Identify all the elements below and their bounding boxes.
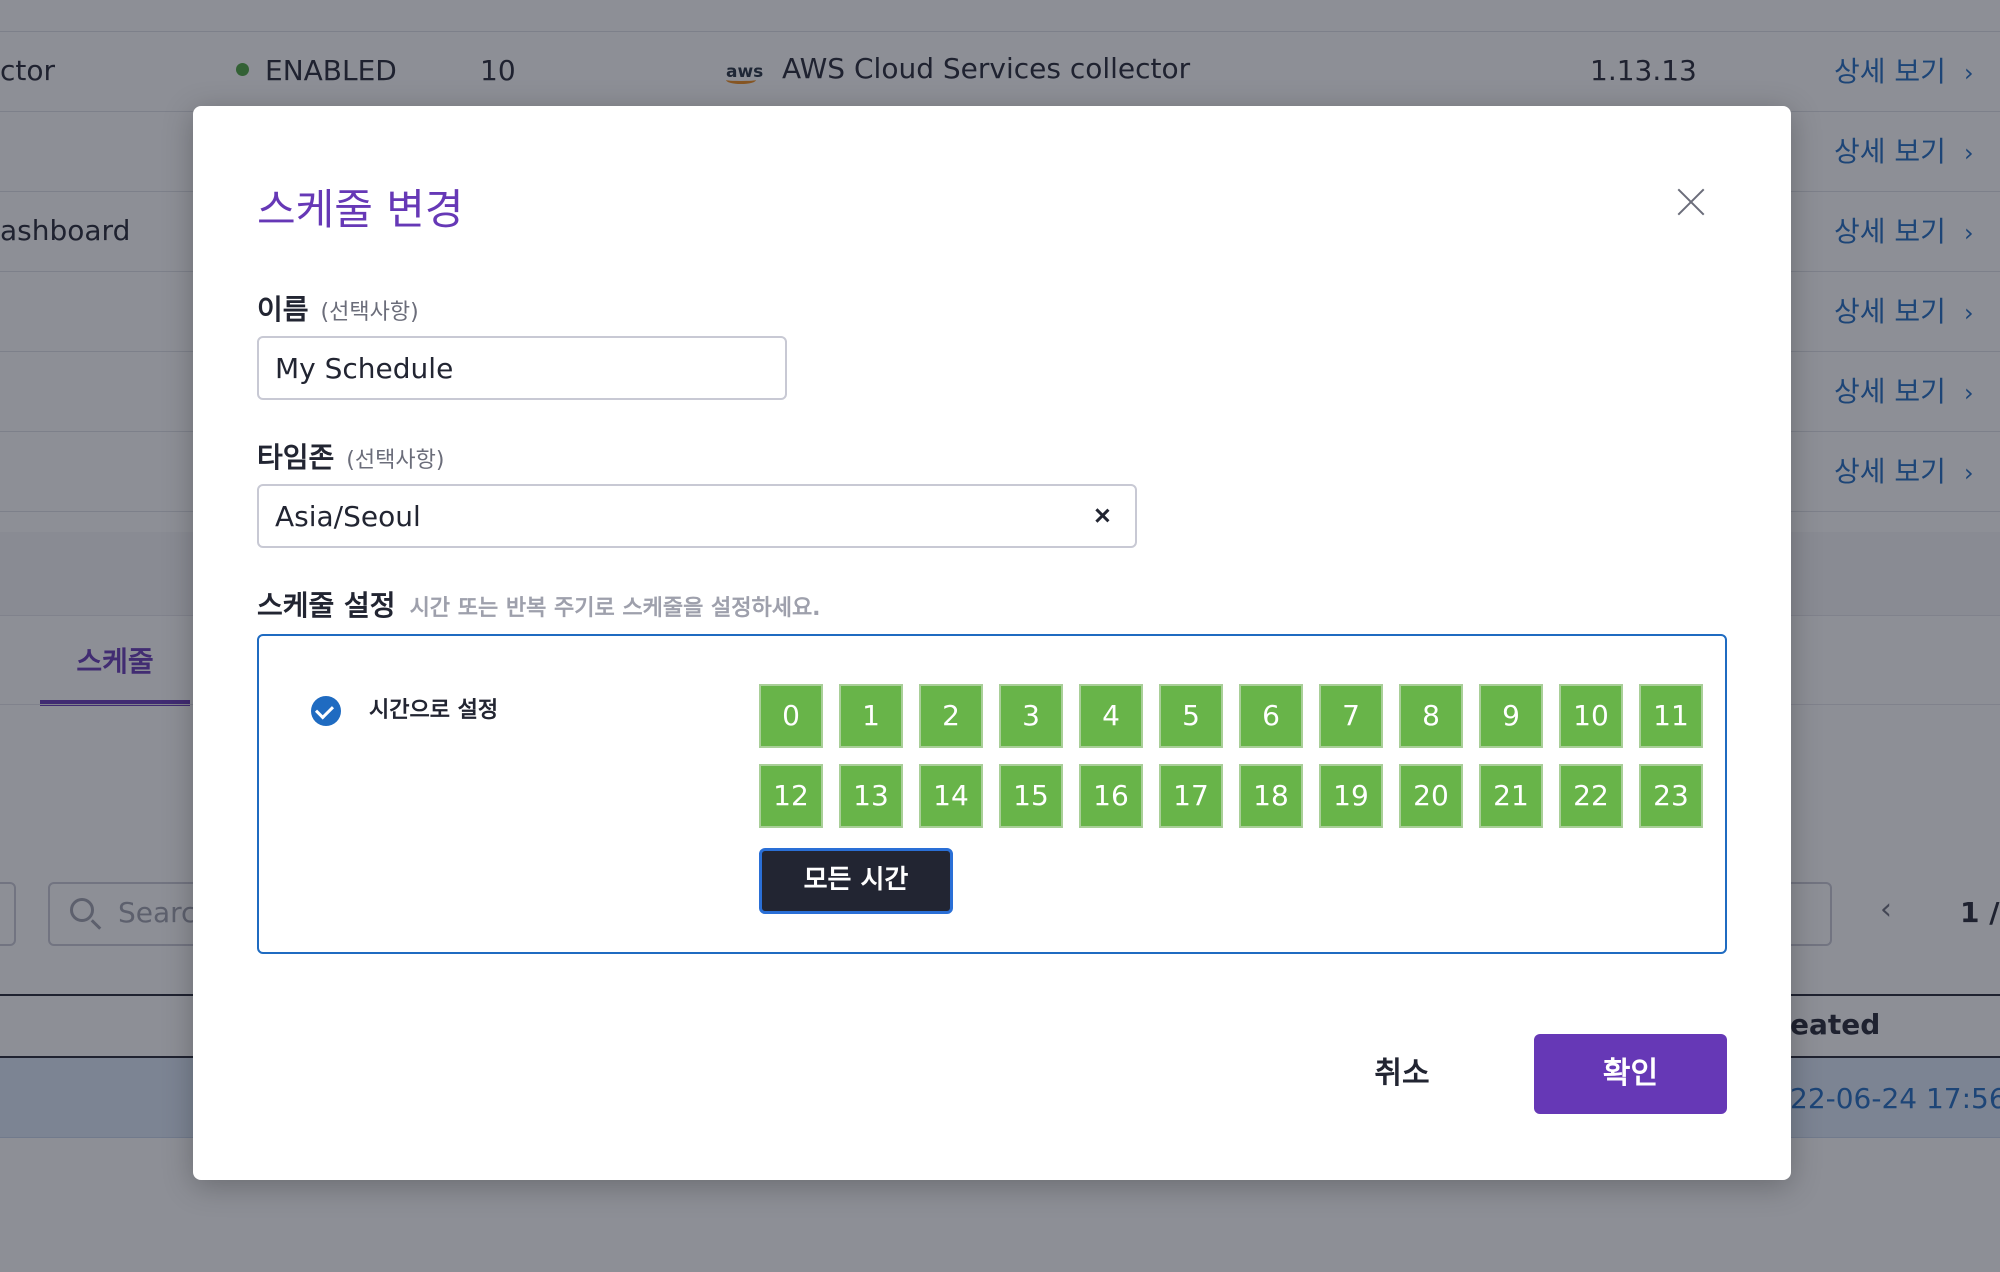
hour-button[interactable]: 2 — [919, 684, 983, 748]
hour-button[interactable]: 23 — [1639, 764, 1703, 828]
hour-button[interactable]: 7 — [1319, 684, 1383, 748]
schedule-edit-modal: 스케줄 변경 이름 (선택사항) My Schedule 타임존 (선택사항) As… — [193, 106, 1791, 1180]
timezone-value: Asia/Seoul — [275, 500, 421, 533]
hour-button[interactable]: 12 — [759, 764, 823, 828]
hour-button[interactable]: 20 — [1399, 764, 1463, 828]
clear-icon[interactable] — [1087, 500, 1117, 530]
hour-button[interactable]: 5 — [1159, 684, 1223, 748]
hour-button[interactable]: 15 — [999, 764, 1063, 828]
name-label-text: 이름 — [257, 293, 309, 326]
timezone-optional-hint: (선택사항) — [346, 448, 445, 473]
check-circle-icon[interactable] — [311, 696, 341, 726]
schedule-settings-box: 시간으로 설정 0 1 2 3 4 5 6 7 8 9 10 11 12 13 … — [257, 634, 1727, 954]
name-optional-hint: (선택사항) — [320, 300, 419, 325]
hour-button[interactable]: 3 — [999, 684, 1063, 748]
name-label: 이름 (선택사항) — [257, 288, 419, 328]
name-input[interactable]: My Schedule — [257, 336, 787, 400]
cancel-button[interactable]: 취소 — [1329, 1034, 1475, 1114]
hour-button[interactable]: 21 — [1479, 764, 1543, 828]
close-icon[interactable] — [1673, 184, 1709, 220]
schedule-label-text: 스케줄 설정 — [257, 589, 396, 622]
hour-button[interactable]: 22 — [1559, 764, 1623, 828]
hour-button[interactable]: 6 — [1239, 684, 1303, 748]
hour-button[interactable]: 13 — [839, 764, 903, 828]
hour-button[interactable]: 8 — [1399, 684, 1463, 748]
timezone-label-text: 타임존 — [257, 441, 335, 474]
hour-button[interactable]: 16 — [1079, 764, 1143, 828]
hour-button[interactable]: 14 — [919, 764, 983, 828]
hour-button[interactable]: 11 — [1639, 684, 1703, 748]
hour-button[interactable]: 18 — [1239, 764, 1303, 828]
schedule-setting-label: 스케줄 설정 시간 또는 반복 주기로 스케줄을 설정하세요. — [257, 584, 821, 624]
confirm-button[interactable]: 확인 — [1534, 1034, 1727, 1114]
hour-button[interactable]: 1 — [839, 684, 903, 748]
all-hours-button[interactable]: 모든 시간 — [759, 848, 953, 914]
time-option-label[interactable]: 시간으로 설정 — [369, 692, 498, 724]
hour-button[interactable]: 9 — [1479, 684, 1543, 748]
schedule-help-text: 시간 또는 반복 주기로 스케줄을 설정하세요. — [409, 596, 821, 621]
hour-button[interactable]: 4 — [1079, 684, 1143, 748]
name-input-value: My Schedule — [275, 352, 454, 385]
hour-button[interactable]: 19 — [1319, 764, 1383, 828]
hour-button[interactable]: 10 — [1559, 684, 1623, 748]
hour-button[interactable]: 0 — [759, 684, 823, 748]
hour-button[interactable]: 17 — [1159, 764, 1223, 828]
modal-title: 스케줄 변경 — [257, 185, 464, 234]
timezone-label: 타임존 (선택사항) — [257, 436, 444, 476]
timezone-select[interactable]: Asia/Seoul — [257, 484, 1137, 548]
